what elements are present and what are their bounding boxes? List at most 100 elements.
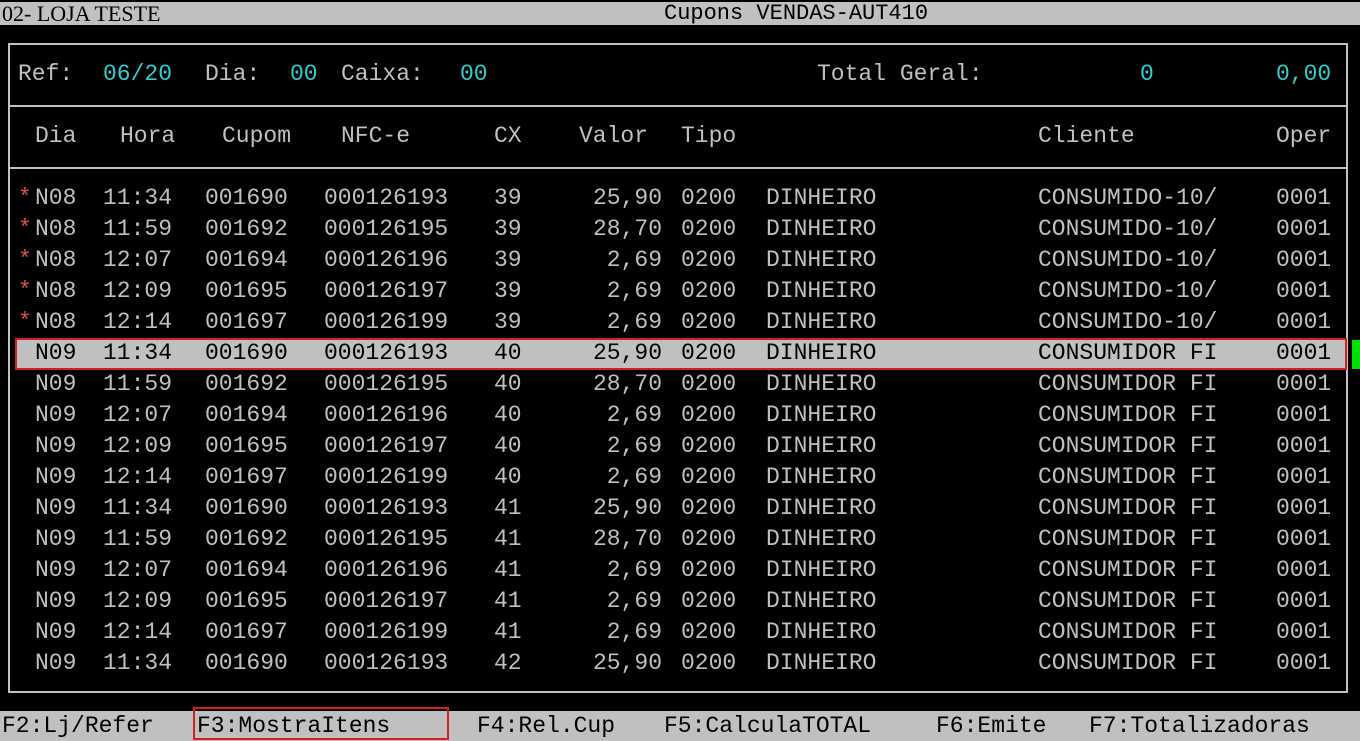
row-marker: * — [18, 278, 32, 304]
cell-dia: N09 — [35, 619, 77, 645]
cell-hora: 12:09 — [103, 433, 173, 459]
cell-cliente: CONSUMIDO-10/ — [1038, 185, 1218, 211]
cell-dia: N08 — [35, 278, 77, 304]
cell-tipo: 0200 — [681, 557, 737, 583]
cell-cx: 40 — [494, 402, 522, 428]
total-count: 0 — [1140, 61, 1154, 87]
cell-cx: 41 — [494, 619, 522, 645]
row-marker: * — [18, 309, 32, 335]
cell-cliente: CONSUMIDOR FI — [1038, 433, 1218, 459]
cell-cupom: 001692 — [205, 216, 288, 242]
cell-cliente: CONSUMIDOR FI — [1038, 557, 1218, 583]
col-header-cx: CX — [494, 123, 522, 149]
total-value: 0,00 — [1276, 61, 1332, 87]
cell-oper: 0001 — [1276, 495, 1332, 521]
table-row[interactable]: N09 11:59 001692 000126195 40 28,70 0200 DINHEI… — [0, 369, 1360, 400]
cell-cx: 39 — [494, 216, 522, 242]
cell-dia: N09 — [35, 526, 77, 552]
cell-cx: 40 — [494, 464, 522, 490]
cell-hora: 12:14 — [103, 619, 173, 645]
cell-oper: 0001 — [1276, 309, 1332, 335]
cell-nfce: 000126195 — [324, 526, 449, 552]
cell-dia: N09 — [35, 650, 77, 676]
cell-tipo: 0200 — [681, 526, 737, 552]
table-row[interactable]: N09 12:07 001694 000126196 41 2,69 0200 DINHEIR… — [0, 555, 1360, 586]
cell-oper: 0001 — [1276, 464, 1332, 490]
table-row[interactable]: N09 12:07 001694 000126196 40 2,69 0200 DINHEIR… — [0, 400, 1360, 431]
cell-cliente: CONSUMIDOR FI — [1038, 526, 1218, 552]
cell-dia: N09 — [35, 588, 77, 614]
table-row[interactable]: * N08 11:59 001692 000126195 39 28,70 0200 DINHE… — [0, 214, 1360, 245]
table-row[interactable]: N09 11:34 001690 000126193 42 25,90 0200 DINHEI… — [0, 648, 1360, 679]
cell-cupom: 001692 — [205, 371, 288, 397]
selected-row-outline — [15, 338, 1347, 370]
table-row[interactable]: * N08 12:14 001697 000126199 39 2,69 0200 DINHEI… — [0, 307, 1360, 338]
f5-key[interactable]: F5:CalculaTOTAL — [664, 711, 871, 741]
table-row[interactable]: N09 12:09 001695 000126197 41 2,69 0200 DINHEIR… — [0, 586, 1360, 617]
cell-valor: 25,90 — [592, 185, 662, 211]
f7-key[interactable]: F7:Totalizadoras — [1089, 711, 1310, 741]
cell-tipo: 0200 — [681, 619, 737, 645]
cell-pagamento: DINHEIRO — [766, 619, 877, 645]
cell-tipo: 0200 — [681, 402, 737, 428]
cell-nfce: 000126195 — [324, 371, 449, 397]
cell-oper: 0001 — [1276, 371, 1332, 397]
cell-nfce: 000126196 — [324, 402, 449, 428]
cell-oper: 0001 — [1276, 433, 1332, 459]
cell-nfce: 000126193 — [324, 650, 449, 676]
cell-cliente: CONSUMIDOR FI — [1038, 495, 1218, 521]
col-header-valor: Valor — [579, 123, 649, 149]
table-row[interactable]: N09 12:09 001695 000126197 40 2,69 0200 DINHEIR… — [0, 431, 1360, 462]
table-row[interactable]: * N08 12:09 001695 000126197 39 2,69 0200 DINHEI… — [0, 276, 1360, 307]
f2-key[interactable]: F2:Lj/Refer — [2, 711, 154, 741]
cell-tipo: 0200 — [681, 185, 737, 211]
cell-hora: 11:34 — [103, 185, 173, 211]
ref-value[interactable]: 06/20 — [103, 59, 172, 90]
table-row[interactable]: * N08 11:34 001690 000126193 39 25,90 0200 DINHE… — [0, 183, 1360, 214]
f6-key[interactable]: F6:Emite — [936, 711, 1046, 741]
cell-pagamento: DINHEIRO — [766, 185, 877, 211]
cell-cliente: CONSUMIDOR FI — [1038, 371, 1218, 397]
cell-valor: 2,69 — [606, 309, 662, 335]
cell-cupom: 001694 — [205, 247, 288, 273]
cell-hora: 12:14 — [103, 309, 173, 335]
cell-oper: 0001 — [1276, 619, 1332, 645]
cell-pagamento: DINHEIRO — [766, 278, 877, 304]
cell-cx: 41 — [494, 526, 522, 552]
total-geral-label: Total Geral: — [817, 61, 983, 87]
col-header-cliente: Cliente — [1038, 123, 1135, 149]
cell-nfce: 000126193 — [324, 185, 449, 211]
cell-hora: 12:07 — [103, 557, 173, 583]
caixa-value[interactable]: 00 — [460, 59, 488, 90]
title-bar-center: Cupons VENDAS-AUT410 — [620, 2, 1206, 25]
cell-oper: 0001 — [1276, 216, 1332, 242]
f4-key[interactable]: F4:Rel.Cup — [477, 711, 615, 741]
table-row[interactable]: N09 11:59 001692 000126195 41 28,70 0200 DINHEI… — [0, 524, 1360, 555]
cell-dia: N09 — [35, 495, 77, 521]
table-row[interactable]: N09 12:14 001697 000126199 41 2,69 0200 DINHEIR… — [0, 617, 1360, 648]
cell-dia: N08 — [35, 185, 77, 211]
cell-cx: 41 — [494, 588, 522, 614]
cell-tipo: 0200 — [681, 216, 737, 242]
dia-label: Dia: — [205, 61, 261, 87]
cell-cliente: CONSUMIDO-10/ — [1038, 247, 1218, 273]
store-name: 02- LOJA TESTE — [2, 1, 161, 26]
cell-hora: 11:59 — [103, 526, 173, 552]
cell-tipo: 0200 — [681, 309, 737, 335]
row-marker: * — [18, 216, 32, 242]
table-row[interactable]: N09 11:34 001690 000126193 41 25,90 0200 DINHEI… — [0, 493, 1360, 524]
cell-valor: 2,69 — [606, 619, 662, 645]
dia-value[interactable]: 00 — [290, 59, 318, 90]
cell-oper: 0001 — [1276, 402, 1332, 428]
cell-dia: N09 — [35, 464, 77, 490]
table-row[interactable]: N09 12:14 001697 000126199 40 2,69 0200 DINHEIR… — [0, 462, 1360, 493]
cell-pagamento: DINHEIRO — [766, 557, 877, 583]
cell-cupom: 001695 — [205, 588, 288, 614]
table-row[interactable]: * N08 12:07 001694 000126196 39 2,69 0200 DINHEI… — [0, 245, 1360, 276]
cell-tipo: 0200 — [681, 371, 737, 397]
col-header-dia: Dia — [35, 123, 77, 149]
cell-valor: 28,70 — [592, 371, 662, 397]
cell-nfce: 000126196 — [324, 247, 449, 273]
cell-hora: 12:14 — [103, 464, 173, 490]
cell-nfce: 000126195 — [324, 216, 449, 242]
